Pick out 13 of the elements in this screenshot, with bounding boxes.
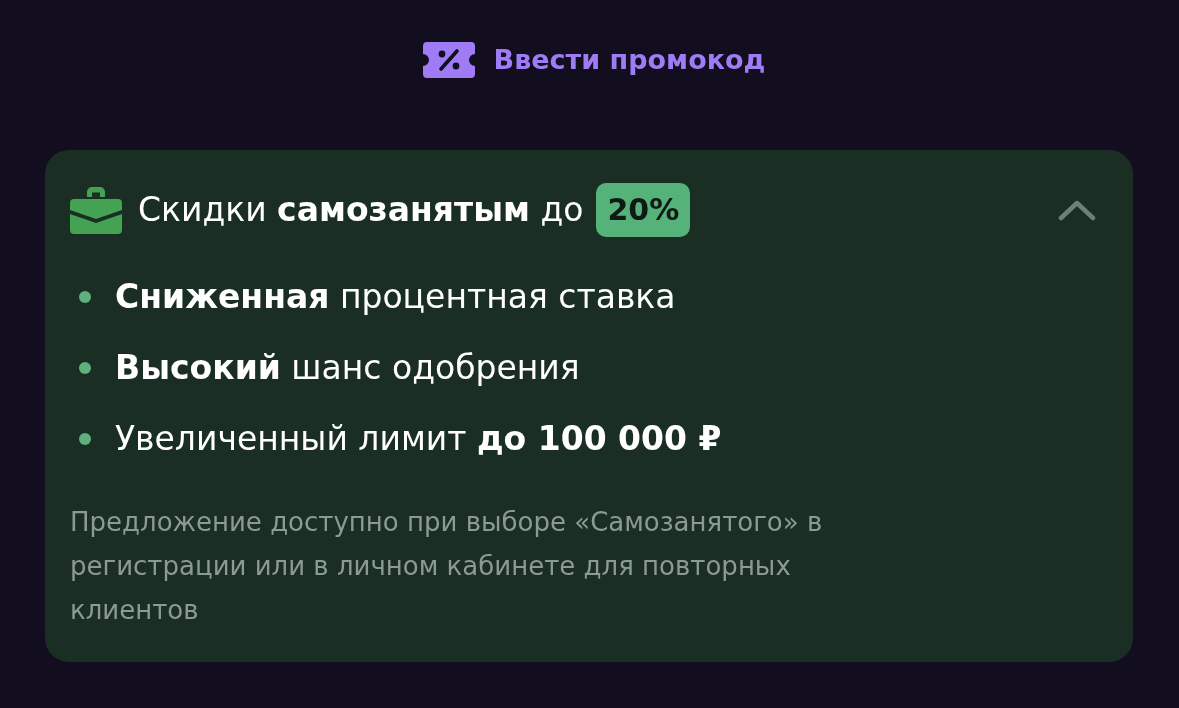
benefit-text: Увеличенный лимит до 100 000 ₽ <box>115 418 722 460</box>
discount-badge: 20% <box>596 183 691 237</box>
benefit-text: Высокий шанс одобрения <box>115 347 580 389</box>
percent-ticket-icon <box>422 42 475 78</box>
bullet-dot-icon <box>79 433 91 445</box>
bullet-dot-icon <box>79 362 91 374</box>
chevron-icon[interactable] <box>1058 199 1096 221</box>
enter-promo-code-link[interactable]: Ввести промокод <box>412 38 766 82</box>
offer-note: Предложение доступно при выборе «Самозанятого» в регистрации или в личном кабинете для повторных клиентов <box>70 506 824 627</box>
bullet-dot-icon <box>79 291 91 303</box>
benefit-text: Сниженная процентная ставка <box>115 276 676 318</box>
offer-title: Скидки самозанятым до <box>138 189 584 231</box>
briefcase-icon <box>70 186 122 234</box>
